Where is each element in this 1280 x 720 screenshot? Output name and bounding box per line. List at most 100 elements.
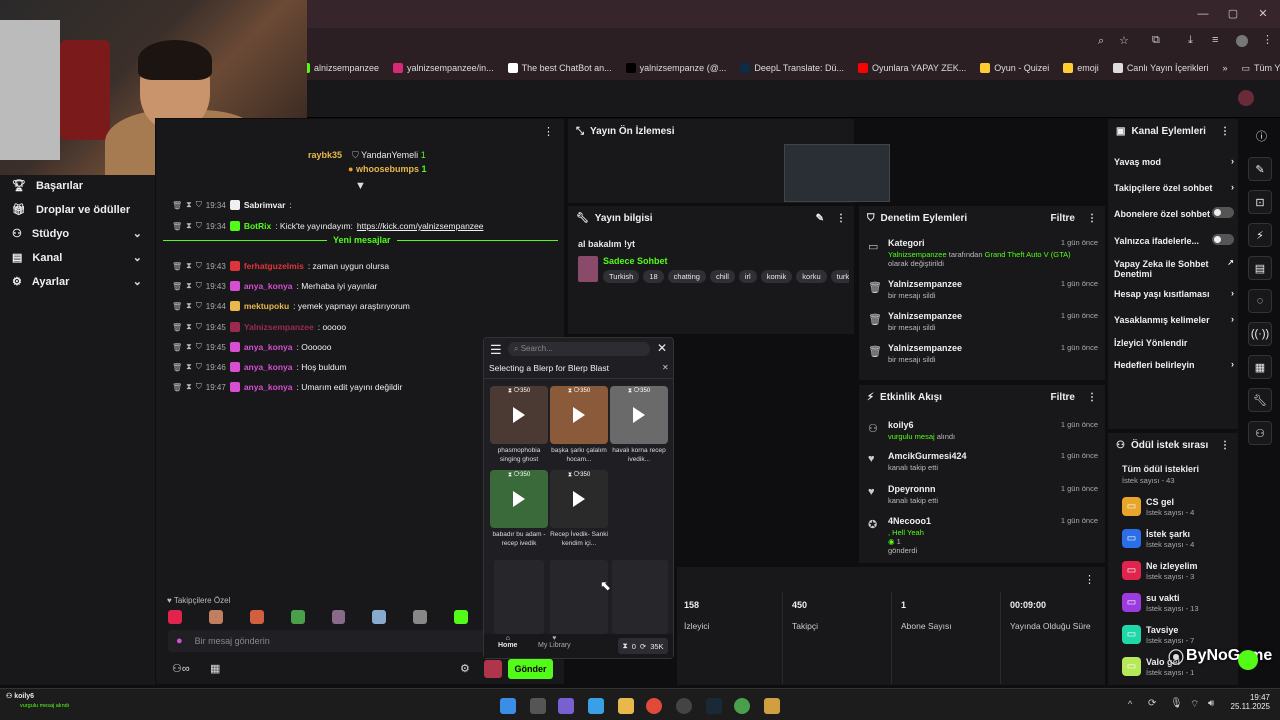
pin-icon[interactable]: ▼ (355, 180, 366, 192)
emote-4[interactable] (331, 610, 346, 624)
chrome-icon[interactable] (646, 698, 662, 714)
play-icon[interactable] (573, 491, 585, 507)
tray-sync-icon[interactable]: ⟳ (1148, 698, 1156, 709)
bookmark-6[interactable]: Oyun - Quizei (980, 63, 1049, 73)
timeout-icon[interactable]: ⧗ (186, 200, 192, 210)
user-avatar[interactable] (1238, 90, 1254, 106)
emote-6[interactable] (413, 610, 428, 624)
chat-message[interactable]: 🗑︎ ⧗ ⛉ 19:34 BotRix: Kick'te yayındayım: htt… (172, 221, 484, 231)
tray-wifi-icon[interactable]: ⌔ (1190, 698, 1199, 711)
category-name[interactable]: Sadece Sohbet (603, 256, 668, 266)
ban-icon[interactable]: ⛉ (196, 382, 202, 392)
sidebar-item-1[interactable]: 🎁︎ Droplar ve ödüller (12, 203, 142, 217)
ban-icon[interactable]: ⛉ (196, 342, 202, 352)
preview-video[interactable] (784, 144, 890, 202)
delete-icon[interactable]: 🗑︎ (172, 323, 182, 332)
blerp-home-tab[interactable]: ⌂ Home (498, 635, 517, 649)
sidebar-item-3[interactable]: ▤ Kanal ⌄ (12, 251, 142, 265)
ban-icon[interactable]: ⛉ (196, 200, 202, 210)
stream-info-menu-icon[interactable]: ⋮ (836, 213, 846, 224)
clock[interactable]: 19:47 25.11.2025 (1226, 693, 1270, 711)
edit-icon[interactable]: ✎ (816, 213, 824, 224)
ban-icon[interactable]: ⛉ (196, 261, 202, 271)
emote-1[interactable] (208, 610, 223, 624)
delete-icon[interactable]: 🗑︎ (172, 363, 182, 372)
blerp-library-tab[interactable]: ♥ My Library (538, 635, 571, 649)
timeout-icon[interactable]: ⧗ (186, 342, 192, 352)
tag-chip[interactable]: korku (796, 270, 827, 283)
star-icon[interactable]: ☆ (1119, 34, 1129, 47)
chevron-down-icon[interactable]: ⌄ (133, 251, 142, 264)
chat-message[interactable]: 🗑︎ ⧗ ⛉ 19:47 anya_konya: Umarım edit yayını … (172, 382, 402, 392)
emote-2[interactable] (249, 610, 264, 624)
chat-message[interactable]: 🗑︎ ⧗ ⛉ 19:45 anya_konya: Oooooo (172, 342, 331, 352)
store-icon[interactable]: ▦ (210, 662, 220, 675)
chat-message[interactable]: 🗑︎ ⧗ ⛉ 19:46 anya_konya: Hoş buldum (172, 362, 347, 372)
bookmark-3[interactable]: yalnizsempanze (@... (625, 63, 726, 73)
delete-icon[interactable]: 🗑︎ (172, 383, 182, 392)
activity-filter-button[interactable]: Filtre (1051, 392, 1075, 403)
message-user[interactable]: anya_konya (244, 382, 293, 392)
chevron-down-icon[interactable]: ⌄ (133, 227, 142, 240)
delete-icon[interactable]: 🗑︎ (172, 262, 182, 271)
blerp-menu-icon[interactable]: ☰ (490, 342, 502, 358)
channel-action-item[interactable]: Yasaklanmış kelimeler › (1114, 314, 1234, 325)
store-icon[interactable]: ▦ (1248, 355, 1272, 379)
chevron-down-icon[interactable]: ⌄ (133, 275, 142, 288)
ban-icon[interactable]: ⛉ (196, 221, 202, 231)
zoom-icon[interactable]: ⌕ (1098, 35, 1104, 48)
message-user[interactable]: anya_konya (244, 281, 293, 291)
tray-volume-icon[interactable]: 🔊︎ (1208, 698, 1214, 709)
timeout-icon[interactable]: ⧗ (186, 362, 192, 372)
chat-message[interactable]: 🗑︎ ⧗ ⛉ 19:43 ferhatguzelmis: zaman uygun olu… (172, 261, 389, 271)
delete-icon[interactable]: 🗑︎ (172, 302, 182, 311)
camera-icon[interactable]: ⊡ (1248, 190, 1272, 214)
clipboard-icon[interactable]: ▤ (1248, 256, 1272, 280)
chat-menu-icon[interactable]: ⋮ (543, 125, 554, 138)
steam-icon[interactable] (706, 698, 722, 714)
channel-action-item[interactable]: Takipçilere özel sohbet › (1114, 182, 1234, 193)
channel-action-item[interactable]: Hedefleri belirleyin › (1114, 359, 1234, 370)
chat-message[interactable]: 🗑︎ ⧗ ⛉ 19:44 mektupoku: yemek yapmayı araştı… (172, 301, 410, 311)
top-user-3[interactable]: ● whoosebumps 1 (348, 164, 427, 174)
minimize-icon[interactable]: — (1196, 8, 1210, 20)
all-rewards-label[interactable]: Tüm ödül istekleri (1122, 464, 1199, 474)
broadcast-icon[interactable]: ((·)) (1248, 322, 1272, 346)
message-user[interactable]: ferhatguzelmis (244, 261, 304, 271)
profile-avatar[interactable] (1236, 35, 1248, 47)
ban-icon[interactable]: ⛉ (196, 281, 202, 291)
channel-action-item[interactable]: Yapay Zeka ile Sohbet Denetimi ↗ (1114, 258, 1234, 279)
start-icon[interactable] (500, 698, 516, 714)
blerp-heading-close-icon[interactable]: ✕ (662, 363, 669, 372)
emote-7[interactable] (454, 610, 468, 624)
tag-chip[interactable]: Turkish (603, 270, 640, 283)
tray-mic-icon[interactable]: 🎙︎ (1170, 698, 1183, 709)
sidebar-item-4[interactable]: ⚙ Ayarlar ⌄ (12, 275, 142, 289)
tag-chip[interactable]: chatting (667, 270, 706, 283)
blerp-item[interactable]: ⧗ ⟳350 babadır bu adam - recep ivedik (490, 470, 548, 548)
bookmark-4[interactable]: DeepL Translate: Dü... (740, 63, 844, 73)
ban-icon[interactable]: ⛉ (196, 301, 202, 311)
media-icon[interactable] (764, 698, 780, 714)
tray-chevron-icon[interactable]: ^ (1128, 699, 1132, 709)
blerp-close-icon[interactable]: ✕ (657, 341, 667, 355)
message-link[interactable]: https://kick.com/yalnizsempanzee (357, 221, 484, 231)
channel-action-item[interactable]: Yalnızca ifadelerle... (1114, 234, 1234, 246)
bookmark-2[interactable]: The best ChatBot an... (507, 63, 612, 73)
download-icon[interactable]: ⤓ (1188, 34, 1193, 47)
emote-picker-icon[interactable]: ⚇∞ (172, 662, 190, 675)
playlist-icon[interactable]: ≡ (1212, 34, 1218, 46)
send-button[interactable]: Gönder (508, 659, 553, 679)
message-user[interactable]: BotRix (244, 221, 271, 231)
delete-icon[interactable]: 🗑︎ (172, 222, 182, 231)
toggle-switch[interactable] (1212, 207, 1234, 218)
users-icon[interactable]: ⚇ (1248, 421, 1272, 445)
message-user[interactable]: Sabrimvar (244, 200, 286, 210)
sidebar-item-2[interactable]: ⚇ Stüdyo ⌄ (12, 227, 142, 241)
blerp-item[interactable]: ⧗ ⟳350 havalı korna recep ivedik... (610, 386, 668, 464)
timeout-icon[interactable]: ⧗ (186, 301, 192, 311)
chat-message[interactable]: 🗑︎ ⧗ ⛉ 19:43 anya_konya: Merhaba iyi yayınla… (172, 281, 377, 291)
extensions-icon[interactable]: ⧉ (1152, 34, 1160, 47)
message-user[interactable]: anya_konya (244, 362, 293, 372)
moderation-menu-icon[interactable]: ⋮ (1087, 213, 1097, 224)
